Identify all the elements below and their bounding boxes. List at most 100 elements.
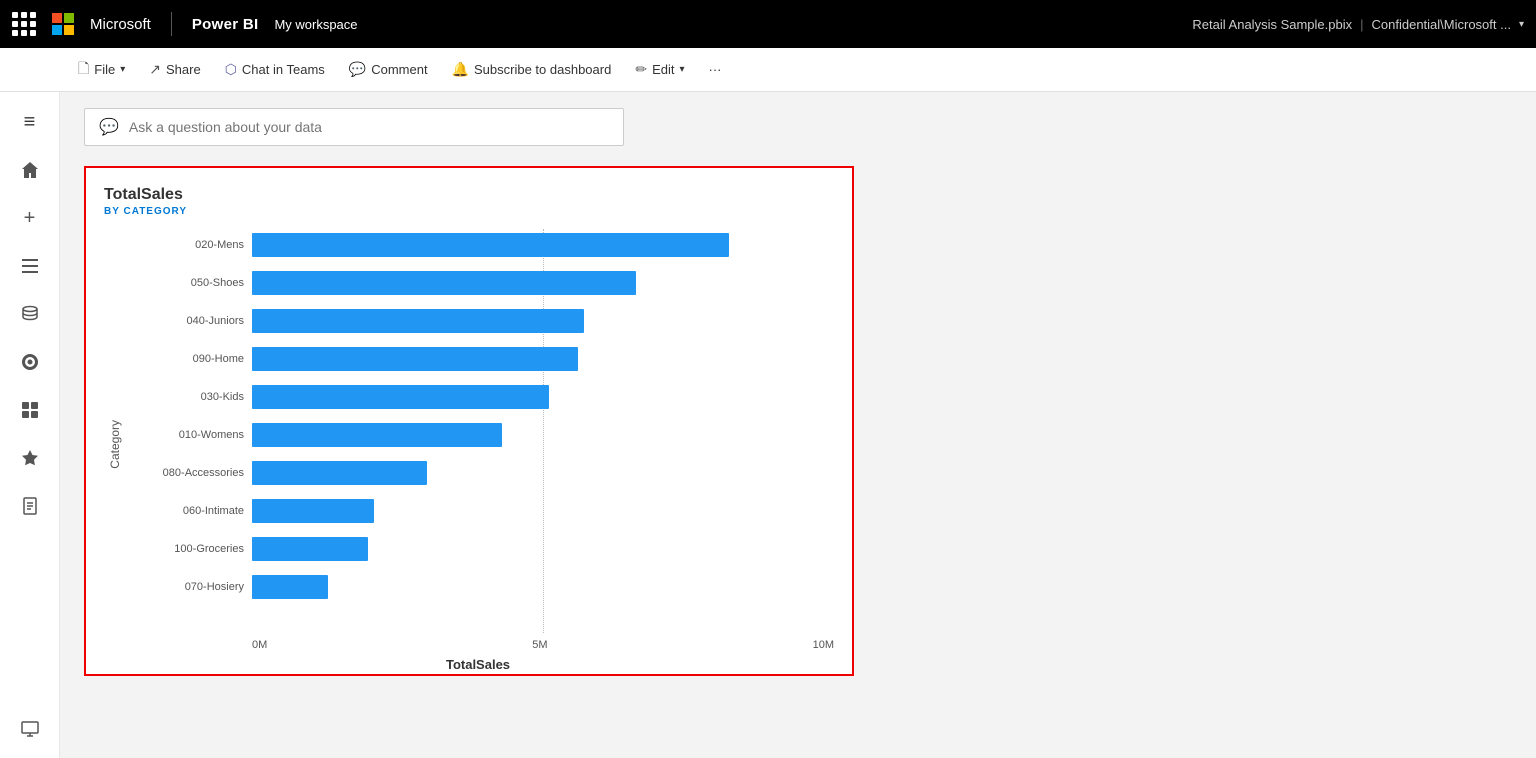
x-axis-tick: 5M [532, 639, 547, 651]
file-button[interactable]: 🗋 File ▾ [68, 52, 135, 88]
bar-label: 060-Intimate [122, 505, 252, 517]
edit-button[interactable]: ✏ Edit ▾ [625, 55, 694, 84]
bar-fill [252, 233, 729, 257]
file-label: File [94, 62, 115, 77]
chat-label: Chat in Teams [242, 62, 325, 77]
bar-row: 020-Mens [122, 229, 834, 261]
chat-in-teams-button[interactable]: ⬡ Chat in Teams [215, 55, 335, 84]
x-axis-title: TotalSales [122, 657, 834, 672]
bar-row: 040-Juniors [122, 305, 834, 337]
bar-fill [252, 385, 549, 409]
bar-row: 050-Shoes [122, 267, 834, 299]
confidential-chevron[interactable]: ▾ [1519, 19, 1524, 30]
bar-fill [252, 309, 584, 333]
sidebar-item-workspace[interactable] [8, 706, 52, 750]
powerbi-label: Power BI [192, 16, 259, 33]
bar-track[interactable] [252, 461, 834, 485]
bar-track[interactable] [252, 499, 834, 523]
confidential-label: Confidential\Microsoft ... [1372, 17, 1511, 32]
comment-label: Comment [371, 62, 427, 77]
bar-fill [252, 499, 374, 523]
bar-fill [252, 461, 427, 485]
workspace-label: My workspace [274, 17, 357, 32]
more-button[interactable]: ··· [699, 56, 732, 83]
comment-icon: 💬 [349, 61, 366, 78]
edit-label: Edit [652, 62, 674, 77]
bar-track[interactable] [252, 347, 834, 371]
share-button[interactable]: ↗ Share [139, 55, 210, 84]
bar-fill [252, 537, 368, 561]
subscribe-icon: 🔔 [452, 61, 469, 78]
x-axis-tick: 10M [813, 639, 834, 651]
bar-row: 010-Womens [122, 419, 834, 451]
top-divider [171, 12, 172, 36]
app-grid-icon[interactable] [12, 12, 36, 36]
bar-row: 060-Intimate [122, 495, 834, 527]
microsoft-logo [52, 13, 74, 35]
x-axis: 0M 5M 10M [122, 639, 834, 651]
bar-label: 080-Accessories [122, 467, 252, 479]
edit-chevron: ▾ [679, 64, 684, 75]
layout: ≡ + 💬 [0, 92, 1536, 758]
bar-fill [252, 347, 578, 371]
bar-label: 040-Juniors [122, 315, 252, 327]
bar-label: 090-Home [122, 353, 252, 365]
bar-row: 080-Accessories [122, 457, 834, 489]
x-axis-tick: 0M [252, 639, 267, 651]
bar-label: 050-Shoes [122, 277, 252, 289]
qa-input[interactable] [129, 119, 609, 135]
sidebar-item-home[interactable] [8, 148, 52, 192]
bar-track[interactable] [252, 385, 834, 409]
toolbar: 🗋 File ▾ ↗ Share ⬡ Chat in Teams 💬 Comme… [0, 48, 1536, 92]
qa-bar[interactable]: 💬 [84, 108, 624, 146]
sidebar-item-apps[interactable] [8, 388, 52, 432]
chart-title: TotalSales [104, 186, 834, 204]
sidebar-item-browse[interactable] [8, 244, 52, 288]
bar-track[interactable] [252, 575, 834, 599]
sidebar-item-hamburger[interactable]: ≡ [8, 100, 52, 144]
teams-icon: ⬡ [225, 61, 237, 78]
bar-label: 010-Womens [122, 429, 252, 441]
share-icon: ↗ [149, 61, 161, 78]
share-label: Share [166, 62, 201, 77]
bar-label: 100-Groceries [122, 543, 252, 555]
bar-row: 090-Home [122, 343, 834, 375]
sidebar-item-data[interactable] [8, 292, 52, 336]
file-name: Retail Analysis Sample.pbix [1192, 17, 1352, 32]
bar-row: 100-Groceries [122, 533, 834, 565]
subscribe-button[interactable]: 🔔 Subscribe to dashboard [442, 55, 622, 84]
y-axis-label: Category [104, 420, 122, 469]
microsoft-label: Microsoft [90, 16, 151, 33]
bar-track[interactable] [252, 423, 834, 447]
file-icon: 🗋 [78, 58, 89, 82]
bar-track[interactable] [252, 233, 834, 257]
sidebar-item-docs[interactable] [8, 484, 52, 528]
file-chevron: ▾ [120, 64, 125, 75]
bar-row: 070-Hosiery [122, 571, 834, 603]
comment-button[interactable]: 💬 Comment [339, 55, 438, 84]
bar-fill [252, 423, 502, 447]
bar-label: 030-Kids [122, 391, 252, 403]
subscribe-label: Subscribe to dashboard [474, 62, 611, 77]
sidebar-item-create[interactable]: + [8, 196, 52, 240]
sidebar-item-learn[interactable] [8, 436, 52, 480]
bar-label: 070-Hosiery [122, 581, 252, 593]
bar-track[interactable] [252, 537, 834, 561]
more-label: ··· [709, 62, 722, 77]
sidebar-item-goals[interactable] [8, 340, 52, 384]
chart-card: TotalSales BY CATEGORY Category 020-Mens… [84, 166, 854, 676]
bars-container: 020-Mens 050-Shoes 040-Juniors 090-Home 030-… [122, 229, 834, 633]
bar-row: 030-Kids [122, 381, 834, 413]
edit-icon: ✏ [635, 61, 647, 78]
top-bar-right: Retail Analysis Sample.pbix | Confidenti… [1192, 17, 1524, 32]
bar-label: 020-Mens [122, 239, 252, 251]
bar-track[interactable] [252, 309, 834, 333]
sidebar: ≡ + [0, 92, 60, 758]
chart-subtitle: BY CATEGORY [104, 206, 834, 217]
chart-area: Category 020-Mens 050-Shoes 040-Juniors 090… [104, 229, 834, 659]
bar-fill [252, 271, 636, 295]
main-content: 💬 TotalSales BY CATEGORY Category 020-Me… [60, 92, 1536, 758]
bar-track[interactable] [252, 271, 834, 295]
bar-fill [252, 575, 328, 599]
chart-body: 020-Mens 050-Shoes 040-Juniors 090-Home 030-… [122, 229, 834, 659]
